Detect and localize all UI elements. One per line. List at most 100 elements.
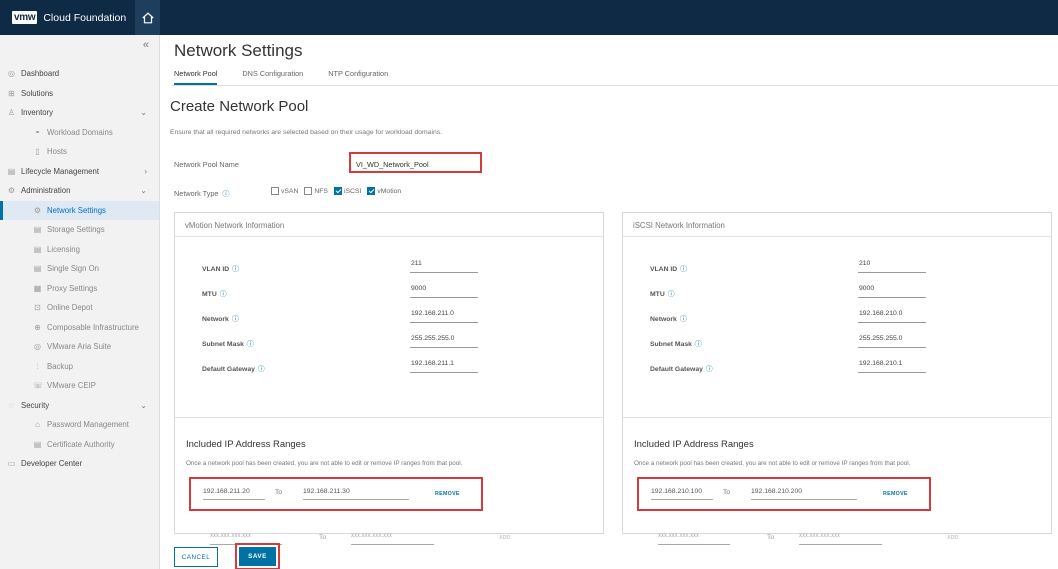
tab-network-pool[interactable]: Network Pool: [174, 69, 218, 85]
pool-name-input[interactable]: VI_WD_Network_Pool: [349, 152, 482, 173]
sidebar-item-proxy-settings[interactable]: ▦ Proxy Settings: [0, 279, 159, 299]
label-text: Subnet Mask: [202, 341, 244, 348]
sidebar-item-inventory[interactable]: ♙ Inventory ⌄: [0, 103, 159, 123]
workload-icon: ◓: [35, 127, 40, 137]
form-title: Create Network Pool: [170, 98, 309, 115]
app-title: Cloud Foundation: [43, 11, 127, 24]
info-icon[interactable]: ⓘ: [695, 341, 702, 348]
default-gateway-input[interactable]: 192.168.210.1: [858, 360, 926, 373]
sidebar-item-label: Workload Domains: [47, 127, 113, 137]
vmotion-network-card: vMotion Network Information VLAN ID ⓘ 211…: [174, 212, 604, 545]
sidebar-item-licensing[interactable]: ▤ Licensing: [0, 240, 159, 260]
ip-range-row: 192.168.211.20 To 192.168.211.30 REMOVE: [189, 477, 483, 511]
info-icon[interactable]: ⓘ: [680, 266, 687, 273]
sidebar-item-label: Network Settings: [47, 205, 106, 215]
sidebar-item-developer-center[interactable]: ▭ Developer Center: [0, 454, 159, 474]
remove-range-button[interactable]: REMOVE: [883, 491, 908, 497]
chevron-icon[interactable]: ›: [144, 167, 147, 176]
vlan-id-input[interactable]: 210: [858, 260, 926, 273]
label-text: Network: [202, 316, 229, 323]
range-start-input[interactable]: 192.168.211.20: [203, 488, 265, 500]
sidebar-item-backup[interactable]: ⫶ Backup: [0, 357, 159, 377]
tab-ntp-configuration[interactable]: NTP Configuration: [328, 69, 388, 85]
cancel-button[interactable]: CANCEL: [174, 547, 218, 567]
sidebar-item-hosts[interactable]: ▯ Hosts: [0, 142, 159, 162]
backup-icon: ⫶: [36, 361, 39, 371]
new-range-start-input[interactable]: xxx.xxx.xxx.xxx: [658, 533, 730, 545]
add-range-button[interactable]: ADD: [947, 535, 958, 541]
sidebar-item-storage-settings[interactable]: ▤ Storage Settings: [0, 220, 159, 240]
chevron-icon[interactable]: ⌄: [140, 186, 147, 195]
sidebar-item-single-sign-on[interactable]: ▤ Single Sign On: [0, 259, 159, 279]
card-title: iSCSI Network Information: [623, 213, 1051, 237]
sidebar-item-vmware-ceip[interactable]: ☏ VMware CEIP: [0, 376, 159, 396]
sidebar-item-vmware-aria-suite[interactable]: ◎ VMware Aria Suite: [0, 337, 159, 357]
sidebar-item-administration[interactable]: ⚙ Administration ⌄: [0, 181, 159, 201]
vmware-logo: vmw: [12, 11, 38, 24]
sidebar-item-dashboard[interactable]: ◎ Dashboard: [0, 64, 159, 84]
certificate-icon: ▤: [33, 439, 42, 449]
home-button[interactable]: [135, 0, 160, 35]
range-start-input[interactable]: 192.168.210.100: [651, 488, 713, 500]
sidebar-item-label: VMware CEIP: [47, 381, 96, 391]
checkbox-box: [271, 187, 279, 195]
info-icon[interactable]: ⓘ: [706, 366, 713, 373]
network-type-label: Network Type ⓘ: [174, 189, 230, 199]
sidebar-item-composable-infrastructure[interactable]: ⊕ Composable Infrastructure: [0, 318, 159, 338]
tabs-divider: [171, 85, 1058, 86]
inventory-icon: ♙: [7, 108, 16, 118]
info-icon[interactable]: ⓘ: [668, 291, 675, 298]
save-button[interactable]: SAVE: [239, 547, 276, 566]
info-icon[interactable]: ⓘ: [223, 191, 230, 198]
checkbox-vmotion[interactable]: vMotion: [367, 187, 401, 195]
network-input[interactable]: 192.168.210.0: [858, 310, 926, 323]
new-range-end-input[interactable]: xxx.xxx.xxx.xxx: [351, 533, 434, 545]
proxy-icon: ▦: [33, 283, 42, 293]
label-text: VLAN ID: [650, 266, 678, 273]
chevron-icon[interactable]: ⌄: [140, 108, 147, 117]
add-range-button[interactable]: ADD: [499, 535, 510, 541]
info-icon[interactable]: ⓘ: [232, 266, 239, 273]
info-icon[interactable]: ⓘ: [220, 291, 227, 298]
default-gateway-input[interactable]: 192.168.211.1: [410, 360, 478, 373]
sidebar-item-label: Lifecycle Management: [21, 166, 100, 176]
info-icon[interactable]: ⓘ: [680, 316, 687, 323]
sidebar-item-network-settings[interactable]: ⚙ Network Settings: [0, 200, 159, 220]
subnet-mask-input[interactable]: 255.255.255.0: [410, 335, 478, 348]
sidebar-item-security[interactable]: ◌ Security ⌄: [0, 396, 159, 416]
collapse-sidebar-button[interactable]: «: [143, 39, 149, 51]
remove-range-button[interactable]: REMOVE: [435, 491, 460, 497]
range-end-input[interactable]: 192.168.211.30: [303, 488, 409, 500]
network-icon: ⚙: [33, 205, 42, 215]
chevron-icon[interactable]: ⌄: [140, 401, 147, 410]
info-icon[interactable]: ⓘ: [232, 316, 239, 323]
subnet-mask-input[interactable]: 255.255.255.0: [858, 335, 926, 348]
new-range-end-input[interactable]: xxx.xxx.xxx.xxx: [799, 533, 882, 545]
admin-icon: ⚙: [7, 186, 16, 196]
sidebar-item-password-management[interactable]: ⌂ Password Management: [0, 415, 159, 435]
range-end-input[interactable]: 192.168.210.200: [751, 488, 857, 500]
checkbox-vsan[interactable]: vSAN: [271, 187, 298, 195]
info-icon[interactable]: ⓘ: [247, 341, 254, 348]
checkbox-box: [304, 187, 313, 195]
mtu-input[interactable]: 9000: [410, 285, 478, 298]
vlan-id-input[interactable]: 211: [410, 260, 478, 273]
composable-icon: ⊕: [34, 322, 41, 332]
label-text: Network: [650, 316, 677, 323]
mtu-input[interactable]: 9000: [858, 285, 926, 298]
pool-name-label: Network Pool Name: [174, 160, 239, 169]
sidebar-item-workload-domains[interactable]: ◓ Workload Domains: [0, 123, 159, 143]
network-input[interactable]: 192.168.211.0: [410, 310, 478, 323]
label-text: MTU: [650, 291, 665, 298]
tab-dns-configuration[interactable]: DNS Configuration: [242, 69, 303, 85]
sidebar-item-certificate-authority[interactable]: ▤ Certificate Authority: [0, 435, 159, 455]
sidebar-item-label: Online Depot: [47, 303, 93, 313]
sidebar-item-solutions[interactable]: ⊞ Solutions: [0, 84, 159, 104]
checkbox-nfs[interactable]: NFS: [304, 187, 328, 195]
checkbox-iscsi[interactable]: iSCSI: [333, 187, 361, 195]
sidebar-item-lifecycle-management[interactable]: ▤ Lifecycle Management ›: [0, 162, 159, 182]
brand[interactable]: vmw Cloud Foundation: [0, 0, 135, 35]
info-icon[interactable]: ⓘ: [258, 366, 265, 373]
sidebar-item-label: Security: [21, 400, 50, 410]
sidebar-item-online-depot[interactable]: ⊡ Online Depot: [0, 298, 159, 318]
